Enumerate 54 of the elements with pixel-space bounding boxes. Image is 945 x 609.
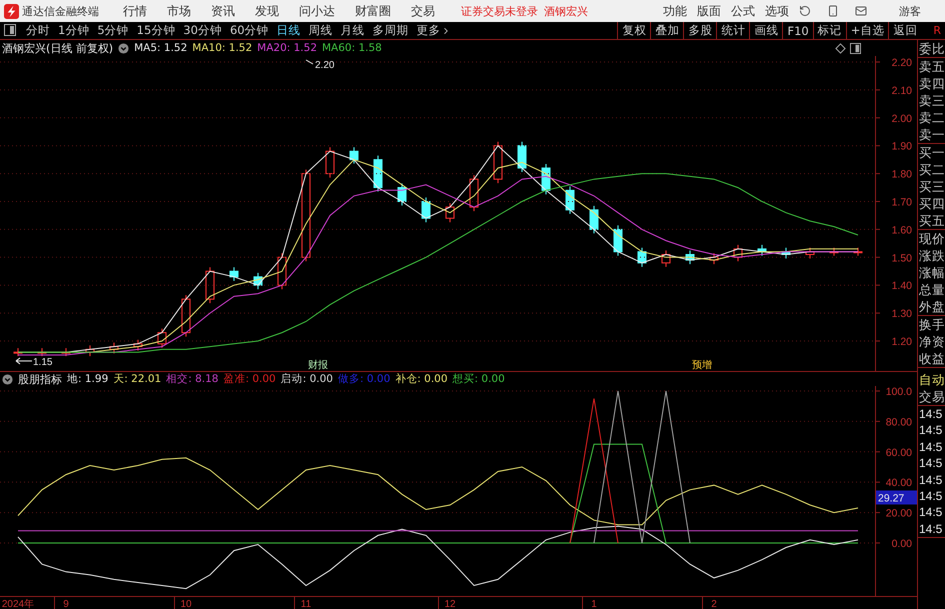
axis-label: 2.10	[892, 84, 912, 97]
trade-time: 14:5	[918, 488, 944, 504]
axis-label: 1.20	[892, 336, 912, 348]
axis-label: 10	[180, 599, 192, 609]
trade-time: 14:5	[918, 438, 944, 456]
axis-label: 1.90	[892, 140, 912, 153]
axis-label: 12	[444, 599, 456, 609]
axis-label: 2	[711, 599, 717, 609]
legend-item: 补仓: 0.00	[395, 372, 448, 386]
axis-label: 1.60	[892, 224, 912, 236]
axis-label: 100.0	[886, 386, 912, 398]
trade-time: 14:5	[918, 406, 944, 422]
axis-label: 20.00	[886, 508, 912, 520]
trade-time: 14:5	[918, 455, 944, 472]
event-marker: 财报	[308, 360, 328, 371]
event-marker: 预增	[692, 360, 712, 371]
axis-label: 60.00	[886, 446, 912, 459]
trade-time: 14:5	[918, 422, 944, 439]
trade-label: 交易	[918, 388, 945, 405]
axis-label: 1	[591, 599, 597, 609]
axis-label: 9	[63, 599, 69, 609]
axis-label: 11	[300, 599, 312, 609]
axis-label: 1.40	[892, 280, 912, 292]
axis-label: 2.00	[892, 112, 912, 125]
legend-item: MA60: 1.58	[322, 42, 382, 54]
legend-item: 盈准: 0.00	[223, 372, 276, 386]
legend-item: 地: 1.99	[67, 372, 108, 386]
axis-label: 40.00	[886, 477, 912, 490]
legend-item: 启动: 0.00	[280, 372, 333, 386]
axis-label: 1.70	[892, 196, 912, 208]
legend-item: 相交: 8.18	[166, 372, 218, 386]
chart-title: 酒钢宏兴(日线 前复权)	[2, 40, 114, 56]
high-price-label: 2.20	[315, 60, 334, 71]
axis-label: 2024年	[2, 599, 34, 609]
indicator-title: 股朋指标	[18, 372, 62, 386]
trade-time: 14:5	[918, 520, 944, 538]
legend-item: MA20: 1.52	[257, 42, 317, 54]
axis-label: 1.80	[892, 168, 912, 181]
axis-label: 1.30	[892, 308, 912, 320]
trade-time: 14:5	[918, 472, 944, 488]
legend-item: MA10: 1.52	[192, 42, 252, 54]
axis-label: 2.20	[892, 57, 912, 69]
legend-item: 做多: 0.00	[338, 372, 390, 386]
trade-label: 自动	[918, 371, 945, 388]
legend-item: 天: 22.01	[113, 372, 162, 386]
current-value-tag: 29.27	[876, 490, 917, 504]
legend-item: 想买: 0.00	[452, 372, 505, 386]
trade-time: 14:5	[918, 504, 944, 521]
axis-label: 80.00	[886, 416, 912, 428]
legend-item: MA5: 1.52	[134, 42, 188, 54]
low-price-label: 1.15	[33, 356, 52, 368]
axis-label: 0.00	[892, 538, 912, 550]
app-name: 通达信金融终端	[22, 4, 99, 18]
axis-label: 1.50	[892, 252, 912, 264]
